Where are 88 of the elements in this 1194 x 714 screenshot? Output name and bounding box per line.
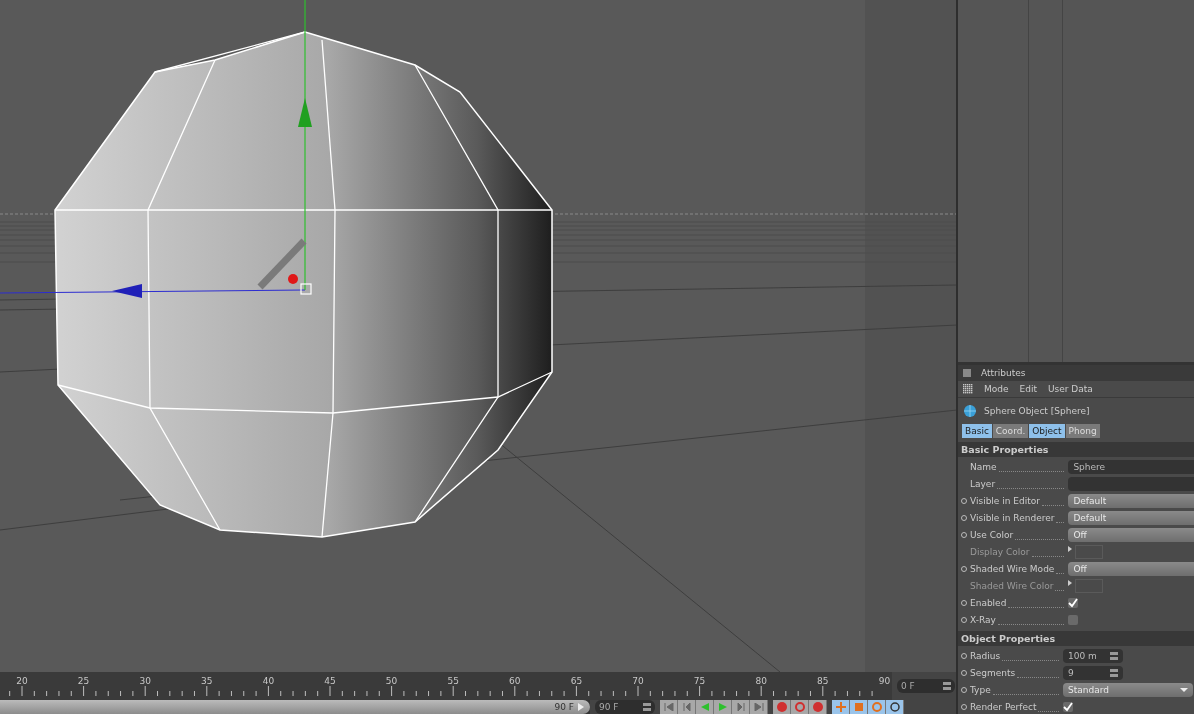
parameter-tool-button[interactable] (886, 700, 904, 714)
frame-label: 30 (139, 676, 151, 686)
property-label: Enabled (970, 598, 1007, 608)
dropdown[interactable]: Off (1068, 528, 1194, 542)
step-forward-icon (735, 703, 746, 711)
tab[interactable]: Basic (962, 424, 992, 438)
panel-icon (963, 369, 971, 377)
spinner-icon (643, 703, 651, 711)
play-triangle-icon (578, 703, 584, 711)
property-label: Use Color (970, 530, 1014, 540)
record-icon (776, 702, 787, 712)
previous-key-button[interactable] (678, 700, 696, 714)
tab[interactable]: Phong (1065, 424, 1100, 438)
rotate-icon (871, 702, 882, 712)
step-back-icon (681, 703, 692, 711)
square-icon (853, 702, 864, 712)
frame-label: 90 (878, 676, 891, 686)
checkbox[interactable] (1068, 615, 1079, 625)
go-to-end-button[interactable] (750, 700, 768, 714)
frame-label: 65 (570, 676, 583, 686)
tab[interactable]: Object (1029, 424, 1065, 438)
move-icon (835, 702, 846, 712)
next-key-button[interactable] (732, 700, 750, 714)
frame-label: 60 (509, 676, 521, 686)
frame-label: 80 (755, 676, 767, 686)
skip-start-icon (663, 703, 674, 711)
menu-item[interactable]: User Data (1047, 384, 1093, 394)
dropdown[interactable]: Off (1068, 562, 1194, 576)
text-field[interactable]: Sphere (1068, 460, 1194, 474)
sphere-icon (964, 405, 976, 417)
viewport[interactable] (0, 0, 956, 672)
move-tool-button[interactable] (832, 700, 850, 714)
autokey-button[interactable] (791, 700, 809, 714)
property-label: Render Perfect (970, 702, 1037, 712)
property-label: Shaded Wire Mode (970, 564, 1055, 574)
property-label: X-Ray (970, 615, 996, 625)
section-header: Basic Properties (958, 442, 1194, 457)
dropdown[interactable]: Default (1068, 511, 1194, 525)
number-field[interactable]: 9 (1063, 666, 1123, 680)
dropdown[interactable]: Standard (1063, 683, 1193, 697)
frame-label: 70 (632, 676, 644, 686)
timeline-ruler[interactable]: 20 25 30 35 40 45 50 55 60 65 70 75 80 85 90 (0, 672, 892, 700)
keyframe-help-button[interactable] (809, 700, 827, 714)
tab[interactable]: Coord. (992, 424, 1029, 438)
record-button[interactable] (773, 700, 791, 714)
property-label: Type (970, 685, 991, 695)
frame-label: 75 (693, 676, 706, 686)
object-name: Sphere Object [Sphere] (984, 406, 1090, 416)
panel-title: Attributes (981, 368, 1026, 378)
caret-icon (1180, 688, 1188, 692)
play-reverse-icon (699, 703, 710, 711)
frame-label: 45 (324, 676, 336, 686)
frame-label: 35 (201, 676, 213, 686)
section-header: Object Properties (958, 631, 1194, 646)
frame-label: 25 (77, 676, 90, 686)
ring-icon (794, 702, 805, 712)
frame-label: 40 (262, 676, 275, 686)
record-icon (812, 702, 823, 712)
play-icon (717, 703, 728, 711)
spinner-icon (1110, 652, 1118, 660)
grip-icon[interactable] (963, 384, 973, 394)
property-label: Name (970, 462, 997, 472)
frame-label: 55 (447, 676, 459, 686)
spinner-icon (1110, 669, 1118, 677)
number-field[interactable]: 100 m (1063, 649, 1123, 663)
frame-label: 50 (385, 676, 398, 686)
checkbox[interactable] (1068, 598, 1079, 608)
property-label: Visible in Editor (970, 496, 1040, 506)
checkbox[interactable] (1063, 702, 1073, 712)
property-label: Radius (970, 651, 1001, 661)
menu-item[interactable]: Edit (1019, 384, 1037, 394)
property-label: Segments (970, 668, 1016, 678)
scale-tool-button[interactable] (850, 700, 868, 714)
frame-label: 20 (16, 676, 28, 686)
range-slider[interactable]: 90 F (0, 700, 590, 714)
dropdown[interactable]: Default (1068, 494, 1194, 508)
frame-label: 85 (817, 676, 829, 686)
end-frame-field[interactable]: 90 F (595, 700, 655, 714)
property-label: Shaded Wire Color (970, 581, 1054, 591)
menu-item[interactable]: Mode (984, 384, 1009, 394)
property-label: Layer (970, 479, 996, 489)
property-label: Visible in Renderer (970, 513, 1055, 523)
spinner-icon (943, 682, 951, 690)
skip-end-icon (753, 703, 764, 711)
go-to-start-button[interactable] (660, 700, 678, 714)
circle-icon (889, 702, 900, 712)
current-frame-field[interactable]: 0 F (897, 679, 955, 693)
property-label: Display Color (970, 547, 1030, 557)
